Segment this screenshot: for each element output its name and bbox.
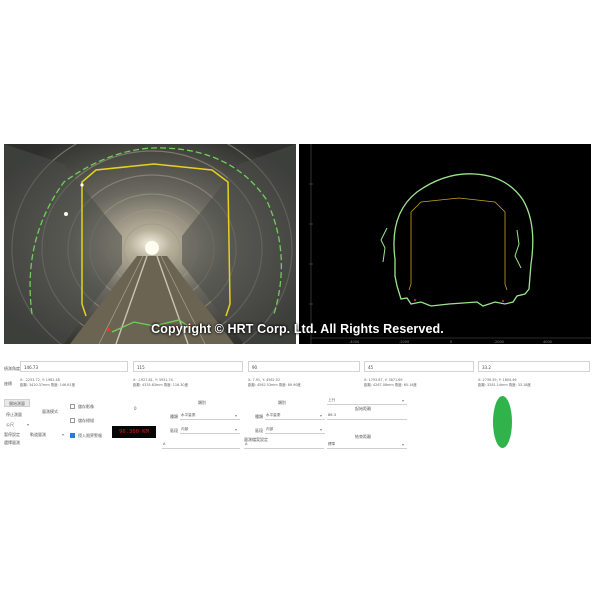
scan-axis-tick: 0 xyxy=(450,340,452,344)
label-measure-angle: 偵測角度 xyxy=(4,366,20,371)
chevron-down-icon[interactable]: ▾ xyxy=(402,398,404,403)
type-label: 種類 xyxy=(170,414,178,419)
chevron-down-icon[interactable]: ▾ xyxy=(320,427,322,432)
region-value: 內部 xyxy=(181,427,189,431)
copyright-watermark: Copyright © HRT Corp. Ltd. All Rights Re… xyxy=(151,322,444,336)
distance-value: 標準 xyxy=(328,442,336,446)
start-measure-button[interactable]: 開始測量 xyxy=(4,399,30,407)
chevron-down-icon[interactable]: ▾ xyxy=(402,442,404,447)
direction-value: 上行 xyxy=(328,398,336,402)
chevron-down-icon[interactable]: ▾ xyxy=(27,422,29,427)
coord-readout-1: X: -2253.72, Y: 1982.48 距離: 3420.37mm 角度… xyxy=(20,378,75,388)
label-unit: 公尺 xyxy=(6,422,14,427)
label-coordinate: 座標 xyxy=(4,381,12,386)
dropdown-label-b: 類別 xyxy=(278,400,286,405)
end-distance-label: 結束距離 xyxy=(355,434,371,439)
type-label: 種類 xyxy=(255,414,263,419)
direction-select[interactable]: 上行 xyxy=(327,398,407,405)
category-select-b[interactable]: A xyxy=(244,442,324,449)
coord-readout-5: X: 2739.59, Y: 1804.46 距離: 3281.14mm 角度:… xyxy=(478,378,531,388)
chevron-down-icon[interactable]: ▾ xyxy=(235,427,237,432)
coord-line: 距離: 4562.53mm 角度: 89.90度 xyxy=(248,383,301,387)
file-settings-label: 量測檔案設定 xyxy=(244,437,268,442)
status-indicator xyxy=(493,396,512,448)
region-label: 區段 xyxy=(255,428,263,433)
type-value: 水平量測 xyxy=(181,413,196,417)
distance-select[interactable]: 標準 xyxy=(327,442,407,449)
coord-line: 距離: 4267.08mm 角度: 65.14度 xyxy=(364,383,417,387)
region-label: 區段 xyxy=(170,428,178,433)
scan-axis-tick: 4000 xyxy=(543,340,552,344)
angle-field-3[interactable]: 90 xyxy=(248,361,360,372)
type-select[interactable]: 水平量測 xyxy=(180,413,240,420)
start-distance-input[interactable]: 86.3 xyxy=(327,413,407,420)
angle-field-2[interactable]: 115 xyxy=(133,361,243,372)
scan-plot: -4000 -2000 0 2000 4000 xyxy=(299,144,591,344)
camera-view xyxy=(4,144,296,344)
chevron-down-icon[interactable]: ▾ xyxy=(235,413,237,418)
dropdown-label-a: 類別 xyxy=(198,400,206,405)
scan-profile-plot: -4000 -2000 0 2000 4000 xyxy=(299,144,591,344)
coord-readout-2: X: -1927.81, Y: 3931.74 距離: 4335.83mm 角度… xyxy=(133,378,188,388)
coord-readout-3: X: 7.91, Y: 4562.52 距離: 4562.53mm 角度: 89… xyxy=(248,378,301,388)
scan-axis-tick: -4000 xyxy=(349,340,359,344)
type-value: 水平量測 xyxy=(266,413,281,417)
save-image-checkbox[interactable] xyxy=(70,404,75,409)
label-mode: 量測模式 xyxy=(42,409,58,414)
scan-axis-tick: -2000 xyxy=(399,340,409,344)
alarm-label: 侵入限界警報 xyxy=(78,433,102,438)
start-distance-label: 起始距離 xyxy=(355,406,371,411)
mode-select[interactable]: 軌道量測 xyxy=(30,432,46,438)
angle-field-1[interactable]: 146.73 xyxy=(20,361,128,372)
tunnel-camera-image xyxy=(4,144,296,344)
save-scan-label: 儲存掃描 xyxy=(78,418,94,423)
save-image-label: 儲存影像 xyxy=(78,404,94,409)
km-display: 96.300 KM xyxy=(112,426,156,438)
start-distance-value: 86.3 xyxy=(328,413,337,417)
coord-line: 距離: 3281.14mm 角度: 33.18度 xyxy=(478,383,531,387)
label-select-measure: 選擇量測 xyxy=(4,440,20,445)
label-stop: 停止測量 xyxy=(6,412,22,417)
angle-field-5[interactable]: 33.2 xyxy=(478,361,590,372)
label-pause: 暫停設定 xyxy=(4,432,20,437)
region-select[interactable]: 內部 xyxy=(265,427,325,434)
zero-label: 0 xyxy=(134,406,137,411)
scan-axis-tick: 2000 xyxy=(495,340,504,344)
coord-line: 距離: 4335.83mm 角度: 116.30度 xyxy=(133,383,188,387)
save-scan-checkbox[interactable] xyxy=(70,418,75,423)
region-value: 內部 xyxy=(266,427,274,431)
alarm-checkbox[interactable] xyxy=(70,433,75,438)
category-select-a[interactable]: A xyxy=(162,442,240,449)
coord-readout-4: X: 1793.87, Y: 3871.69 距離: 4267.08mm 角度:… xyxy=(364,378,417,388)
chevron-down-icon[interactable]: ▾ xyxy=(320,413,322,418)
region-select[interactable]: 內部 xyxy=(180,427,240,434)
chevron-down-icon[interactable]: ▾ xyxy=(62,432,64,437)
angle-field-4[interactable]: 45 xyxy=(364,361,474,372)
coord-line: 距離: 3420.37mm 角度: 146.61度 xyxy=(20,383,75,387)
category-value: A xyxy=(163,442,166,446)
type-select[interactable]: 水平量測 xyxy=(265,413,325,420)
